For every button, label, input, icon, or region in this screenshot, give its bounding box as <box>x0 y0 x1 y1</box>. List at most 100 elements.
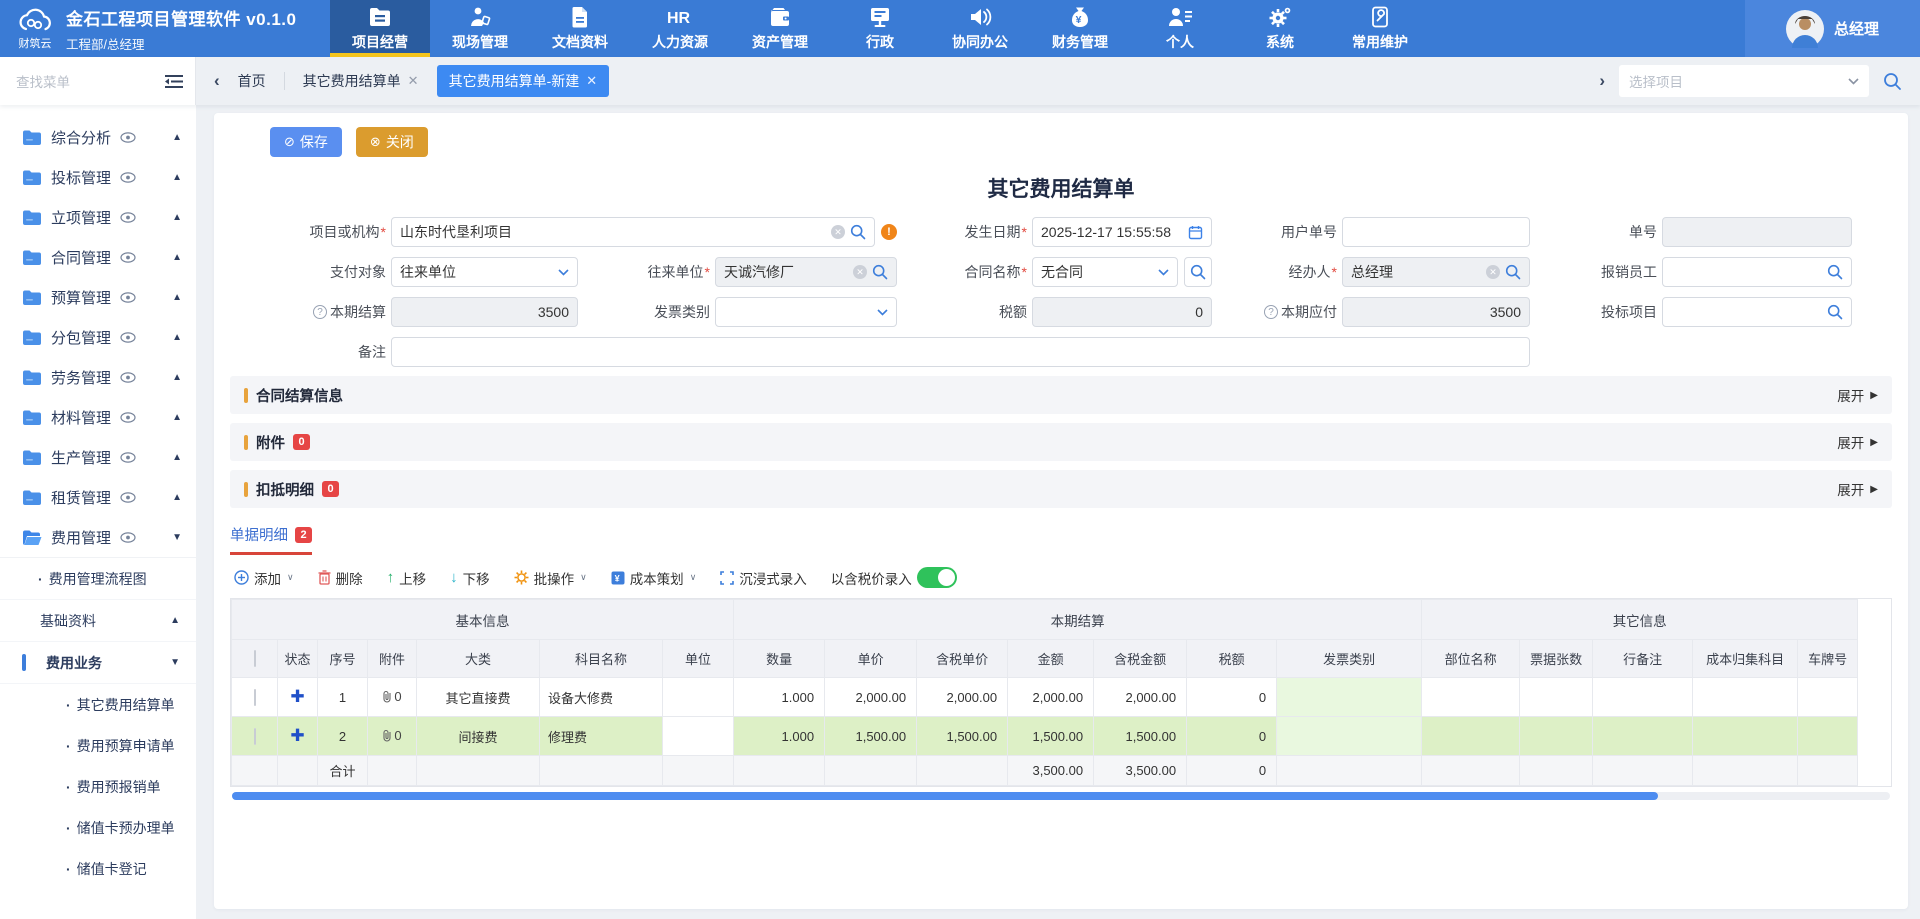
calendar-icon[interactable] <box>1188 225 1203 240</box>
expand-button[interactable]: 展开▶ <box>1837 432 1878 452</box>
immersive-entry-button[interactable]: 沉浸式录入 <box>720 568 807 588</box>
pay-target-select[interactable]: 往来单位 <box>391 257 578 287</box>
submenu-item-expense-budget-request[interactable]: 费用预算申请单 <box>0 725 196 766</box>
triangle-up-icon[interactable]: ▲ <box>172 332 182 343</box>
nav-item-documents[interactable]: 文档资料 <box>530 0 630 57</box>
eye-icon[interactable] <box>120 372 136 383</box>
search-icon[interactable] <box>1827 264 1843 280</box>
info-icon[interactable]: ! <box>881 224 897 240</box>
sidebar-item-leasing[interactable]: 租赁管理 ▲ <box>0 477 196 517</box>
sidebar-item-bidding[interactable]: 投标管理 ▲ <box>0 157 196 197</box>
project-search-icon[interactable] <box>1883 72 1902 91</box>
tab-home[interactable]: 首页 <box>234 65 270 97</box>
remark-field[interactable] <box>391 337 1530 367</box>
contract-select[interactable]: 无合同 <box>1032 257 1178 287</box>
eye-icon[interactable] <box>120 332 136 343</box>
cost-plan-button[interactable]: ¥ 成本策划∨ <box>611 568 697 588</box>
eye-icon[interactable] <box>120 172 136 183</box>
search-icon[interactable] <box>850 224 866 240</box>
toggle-on[interactable] <box>917 567 957 588</box>
row-checkbox[interactable] <box>254 728 256 745</box>
close-icon[interactable]: ✕ <box>586 73 597 89</box>
nav-item-site-management[interactable]: 现场管理 <box>430 0 530 57</box>
tabs-forward-icon[interactable]: › <box>1599 71 1605 91</box>
submenu-group-expense-business[interactable]: 费用业务▼ <box>0 642 196 684</box>
nav-item-admin[interactable]: 行政 <box>830 0 930 57</box>
bid-project-field[interactable] <box>1662 297 1852 327</box>
menu-search-input[interactable]: 查找菜单 <box>16 71 157 91</box>
user-menu[interactable]: 总经理 <box>1745 0 1920 57</box>
eye-icon[interactable] <box>120 292 136 303</box>
tab-other-expense-list[interactable]: 其它费用结算单✕ <box>299 65 423 97</box>
close-button[interactable]: ⊗关闭 <box>356 127 428 157</box>
save-button[interactable]: ⊘保存 <box>270 127 342 157</box>
section-attachments[interactable]: 附件 0 展开▶ <box>230 423 1892 461</box>
nav-item-finance[interactable]: ¥ 财务管理 <box>1030 0 1130 57</box>
tabs-back-icon[interactable]: ‹ <box>214 71 220 91</box>
triangle-up-icon[interactable]: ▲ <box>172 212 182 223</box>
table-row[interactable]: ✚ 1 0 其它直接费 设备大修费 1.000 2,000.00 2,000.0… <box>232 678 1858 717</box>
reimburse-emp-field[interactable] <box>1662 257 1852 287</box>
row-checkbox[interactable] <box>254 689 256 706</box>
clear-icon[interactable]: ✕ <box>831 225 845 239</box>
move-down-button[interactable]: ↓下移 <box>450 568 490 588</box>
tax-price-toggle[interactable]: 以含税价录入 <box>831 567 957 588</box>
submenu-item-other-expense-settlement[interactable]: 其它费用结算单 <box>0 684 196 725</box>
submenu-item-expense-pre-reimburse[interactable]: 费用预报销单 <box>0 766 196 807</box>
triangle-up-icon[interactable]: ▲ <box>172 132 182 143</box>
handler-field[interactable]: 总经理 ✕ <box>1342 257 1530 287</box>
sidebar-item-analysis[interactable]: 综合分析 ▲ <box>0 117 196 157</box>
expand-button[interactable]: 展开▶ <box>1837 479 1878 499</box>
nav-item-maintenance[interactable]: 常用维护 <box>1330 0 1430 57</box>
triangle-up-icon[interactable]: ▲ <box>172 252 182 263</box>
sidebar-item-contracts[interactable]: 合同管理 ▲ <box>0 237 196 277</box>
clear-icon[interactable]: ✕ <box>1486 265 1500 279</box>
eye-icon[interactable] <box>120 412 136 423</box>
project-field[interactable]: 山东时代垦利项目 ✕ <box>391 217 875 247</box>
contract-search-button[interactable] <box>1184 257 1212 287</box>
table-row-selected[interactable]: ✚ 2 0 间接费 修理费 1.000 1,500.00 1,500.00 1,… <box>232 717 1858 756</box>
user-no-field[interactable] <box>1342 217 1530 247</box>
close-icon[interactable]: ✕ <box>408 73 419 89</box>
clear-icon[interactable]: ✕ <box>853 265 867 279</box>
triangle-up-icon[interactable]: ▲ <box>172 452 182 463</box>
sidebar-item-materials[interactable]: 材料管理 ▲ <box>0 397 196 437</box>
triangle-up-icon[interactable]: ▲ <box>172 412 182 423</box>
tab-other-expense-new[interactable]: 其它费用结算单-新建✕ <box>437 65 610 97</box>
delete-row-button[interactable]: 删除 <box>318 568 363 588</box>
triangle-up-icon[interactable]: ▲ <box>172 292 182 303</box>
nav-item-personal[interactable]: 个人 <box>1130 0 1230 57</box>
scrollbar-thumb[interactable] <box>232 792 1658 800</box>
sidebar-item-subcontract[interactable]: 分包管理 ▲ <box>0 317 196 357</box>
search-icon[interactable] <box>1827 304 1843 320</box>
eye-icon[interactable] <box>120 532 136 543</box>
nav-item-hr[interactable]: HR 人力资源 <box>630 0 730 57</box>
date-field[interactable]: 2025-12-17 15:55:58 <box>1032 217 1212 247</box>
triangle-down-icon[interactable]: ▼ <box>172 532 182 543</box>
collapse-menu-icon[interactable] <box>165 74 183 89</box>
counterparty-field[interactable]: 天诚汽修厂 ✕ <box>715 257 897 287</box>
select-all-checkbox[interactable] <box>254 650 256 667</box>
expand-button[interactable]: 展开▶ <box>1837 385 1878 405</box>
eye-icon[interactable] <box>120 452 136 463</box>
sidebar-item-production[interactable]: 生产管理 ▲ <box>0 437 196 477</box>
nav-item-collaboration[interactable]: 协同办公 <box>930 0 1030 57</box>
project-select[interactable]: 选择项目 <box>1619 65 1869 97</box>
submenu-group-base-data[interactable]: 基础资料▲ <box>0 600 196 642</box>
nav-item-assets[interactable]: 资产管理 <box>730 0 830 57</box>
submenu-item-stored-card-pre-apply[interactable]: 储值卡预办理单 <box>0 807 196 848</box>
batch-ops-button[interactable]: 批操作∨ <box>514 568 587 588</box>
eye-icon[interactable] <box>120 132 136 143</box>
sidebar-item-project-setup[interactable]: 立项管理 ▲ <box>0 197 196 237</box>
nav-item-system[interactable]: 系统 <box>1230 0 1330 57</box>
submenu-item-stored-card-register[interactable]: 储值卡登记 <box>0 848 196 889</box>
submenu-item-expense-flowchart[interactable]: 费用管理流程图 <box>0 558 196 600</box>
nav-item-project-management[interactable]: 项目经营 <box>330 0 430 57</box>
eye-icon[interactable] <box>120 212 136 223</box>
section-contract-settlement[interactable]: 合同结算信息 展开▶ <box>230 376 1892 414</box>
add-row-button[interactable]: 添加∨ <box>234 568 294 588</box>
move-up-button[interactable]: ↑上移 <box>387 568 427 588</box>
sidebar-item-labor[interactable]: 劳务管理 ▲ <box>0 357 196 397</box>
tab-detail-lines[interactable]: 单据明细 2 <box>230 524 312 555</box>
invoice-type-select[interactable] <box>715 297 897 327</box>
